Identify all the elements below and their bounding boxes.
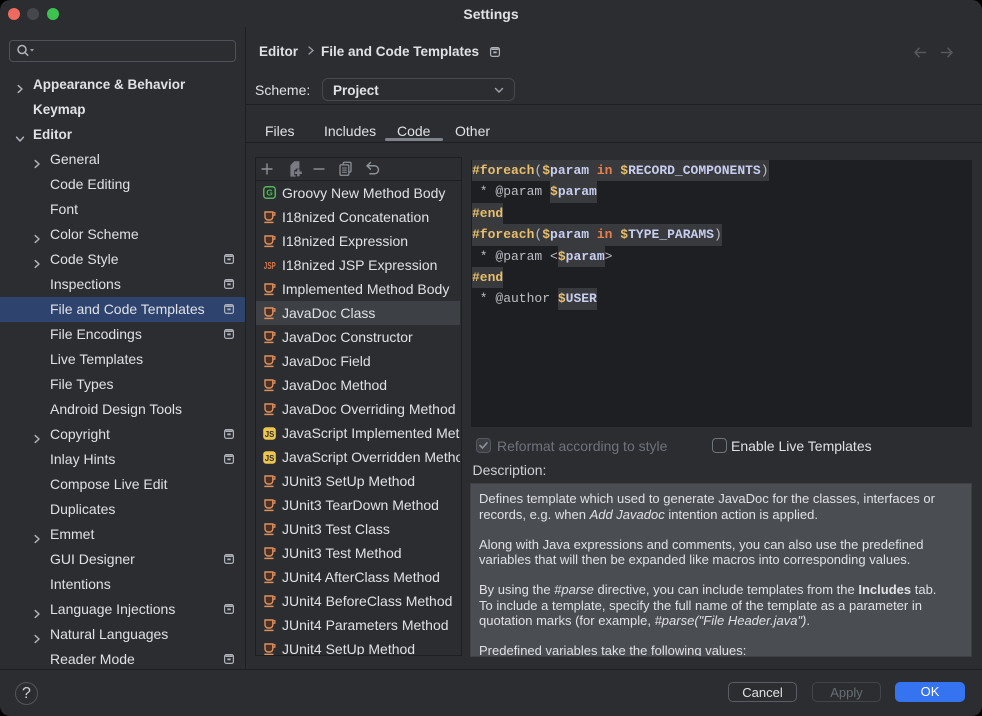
svg-text:JSP: JSP xyxy=(264,261,276,271)
svg-text:JS: JS xyxy=(265,454,275,463)
svg-text:G: G xyxy=(266,188,273,198)
svg-text:JS: JS xyxy=(265,430,275,439)
